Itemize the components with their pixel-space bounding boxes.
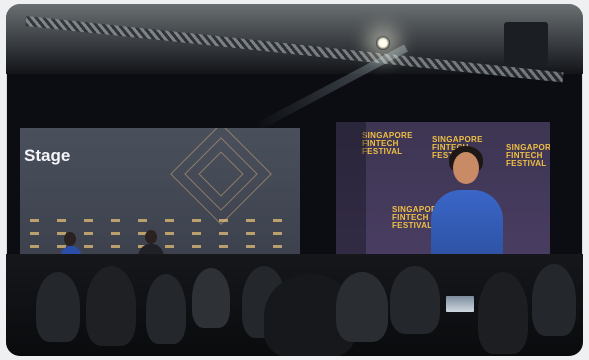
- audience-member: [532, 264, 576, 336]
- spotlight: [376, 36, 390, 50]
- audience-member: [390, 266, 440, 334]
- audience-member: [146, 274, 186, 344]
- audience-member: [86, 266, 136, 346]
- audience-member: [192, 268, 230, 328]
- screen-logo-topleft: SINGAPORE FINTECH FESTIVAL: [362, 131, 413, 156]
- panelist-left-head: [64, 232, 76, 246]
- audience-member: [36, 272, 80, 342]
- photo-frame: Stage SINGAPORE FINTECH FESTIVAL SINGAPO…: [6, 4, 583, 356]
- presenter-head: [453, 152, 479, 184]
- speaker-box: [504, 22, 548, 66]
- audience-member: [336, 272, 388, 342]
- screen-logo-topright: SINGAPORE FINTECH FESTIVAL: [506, 143, 550, 168]
- phone-screen: [444, 294, 476, 314]
- presenter-screen: SINGAPORE FINTECH FESTIVAL SINGAPORE FIN…: [336, 122, 550, 268]
- panelist-right-head: [145, 230, 157, 244]
- ceiling: [6, 4, 583, 74]
- audience-member: [478, 272, 528, 354]
- stage-title: Stage: [24, 146, 71, 165]
- screen-frame: [336, 122, 366, 268]
